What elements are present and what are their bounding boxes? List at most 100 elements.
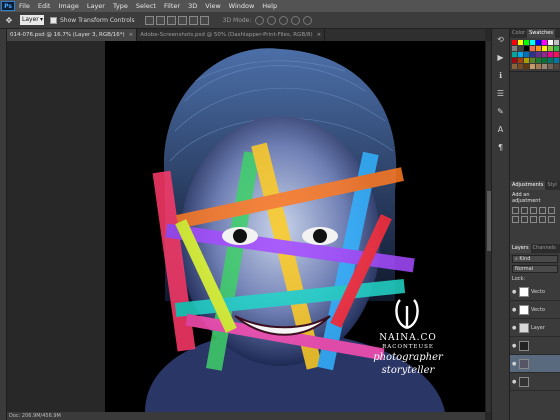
menu-layer[interactable]: Layer (83, 2, 109, 10)
artwork-canvas[interactable]: NAINA.CO RACONTEUSE photographer storyte… (105, 41, 485, 412)
menu-edit[interactable]: Edit (34, 2, 55, 10)
swatch[interactable] (548, 64, 553, 69)
swatch[interactable] (548, 46, 553, 51)
visibility-eye-icon[interactable]: ● (512, 361, 517, 367)
exposure-icon[interactable] (539, 207, 546, 214)
menu-view[interactable]: View (201, 2, 224, 10)
align-right-icon[interactable] (199, 15, 209, 25)
vibrance-icon[interactable] (548, 207, 555, 214)
document-tab-active[interactable]: 014-076.psd @ 16.7% (Layer 3, RGB/16*) × (7, 29, 138, 41)
swatch[interactable] (524, 46, 529, 51)
layer-row[interactable]: ● Vecto (510, 283, 560, 301)
photo-filter-icon[interactable] (539, 216, 546, 223)
layer-kind-filter[interactable]: ⌕ Kind (512, 255, 558, 263)
bw-icon[interactable] (530, 216, 537, 223)
character-icon[interactable]: A (495, 123, 507, 135)
swatch[interactable] (536, 46, 541, 51)
canvas-area[interactable]: NAINA.CO RACONTEUSE photographer storyte… (7, 41, 485, 412)
swatch[interactable] (512, 40, 517, 45)
swatch[interactable] (542, 52, 547, 57)
tab-layers[interactable]: Layers (510, 244, 531, 253)
swatch[interactable] (542, 40, 547, 45)
layer-name[interactable]: Layer (531, 325, 551, 331)
swatch[interactable] (512, 58, 517, 63)
visibility-eye-icon[interactable]: ● (512, 343, 517, 349)
align-middle-icon[interactable] (155, 15, 165, 25)
show-transform-checkbox[interactable] (50, 16, 57, 24)
close-icon[interactable]: × (317, 32, 322, 38)
swatch[interactable] (524, 58, 529, 63)
menu-help[interactable]: Help (258, 2, 281, 10)
layer-row[interactable]: ● Vecto (510, 301, 560, 319)
auto-select-dropdown[interactable]: Layer (20, 15, 44, 25)
properties-icon[interactable]: ☰ (495, 87, 507, 99)
swatch[interactable] (524, 52, 529, 57)
layer-row[interactable]: ● (510, 373, 560, 391)
history-icon[interactable]: ⟲ (495, 33, 507, 45)
tab-channels[interactable]: Channels (531, 244, 558, 253)
align-top-icon[interactable] (144, 15, 154, 25)
swatch[interactable] (542, 64, 547, 69)
3d-rotate-icon[interactable] (255, 15, 265, 25)
swatch[interactable] (536, 64, 541, 69)
3d-slide-icon[interactable] (291, 15, 301, 25)
curves-icon[interactable] (530, 207, 537, 214)
visibility-eye-icon[interactable]: ● (512, 379, 517, 385)
swatch[interactable] (542, 58, 547, 63)
align-left-icon[interactable] (177, 15, 187, 25)
swatch[interactable] (524, 40, 529, 45)
blend-mode-select[interactable]: Normal (512, 265, 558, 273)
visibility-eye-icon[interactable]: ● (512, 289, 517, 295)
tab-swatches[interactable]: Swatches (527, 29, 555, 38)
swatch[interactable] (548, 52, 553, 57)
swatch[interactable] (554, 46, 559, 51)
swatch[interactable] (542, 46, 547, 51)
brightness-icon[interactable] (512, 207, 519, 214)
swatch[interactable] (548, 40, 553, 45)
swatch[interactable] (554, 64, 559, 69)
document-tab[interactable]: Adobe-Screenshots.psd @ 50% (Dashlapper-… (137, 29, 326, 41)
menu-select[interactable]: Select (132, 2, 160, 10)
info-icon[interactable]: ℹ (495, 69, 507, 81)
move-tool-icon[interactable]: ✥ (2, 14, 16, 26)
channel-mixer-icon[interactable] (548, 216, 555, 223)
swatch[interactable] (518, 40, 523, 45)
swatch[interactable] (512, 52, 517, 57)
levels-icon[interactable] (521, 207, 528, 214)
brush-icon[interactable]: ✎ (495, 105, 507, 117)
swatch[interactable] (530, 64, 535, 69)
paragraph-icon[interactable]: ¶ (495, 141, 507, 153)
swatch[interactable] (530, 58, 535, 63)
3d-pan-icon[interactable] (279, 15, 289, 25)
hue-icon[interactable] (512, 216, 519, 223)
swatch[interactable] (530, 52, 535, 57)
swatch[interactable] (518, 46, 523, 51)
swatch[interactable] (554, 40, 559, 45)
swatch[interactable] (554, 52, 559, 57)
visibility-eye-icon[interactable]: ● (512, 325, 517, 331)
tab-adjustments[interactable]: Adjustments (510, 181, 546, 190)
swatch[interactable] (518, 58, 523, 63)
menu-window[interactable]: Window (225, 2, 259, 10)
swatch[interactable] (548, 58, 553, 63)
3d-roll-icon[interactable] (267, 15, 277, 25)
menu-type[interactable]: Type (109, 2, 132, 10)
swatch[interactable] (554, 58, 559, 63)
layer-row[interactable]: ● Layer (510, 319, 560, 337)
layer-name[interactable]: Vecto (531, 289, 551, 295)
3d-scale-icon[interactable] (303, 15, 313, 25)
swatch[interactable] (518, 52, 523, 57)
layer-name[interactable]: Vecto (531, 307, 551, 313)
swatch[interactable] (536, 40, 541, 45)
tab-color[interactable]: Color (510, 29, 527, 38)
swatch[interactable] (530, 40, 535, 45)
color-balance-icon[interactable] (521, 216, 528, 223)
visibility-eye-icon[interactable]: ● (512, 307, 517, 313)
tab-styles[interactable]: Styl (545, 181, 558, 190)
close-icon[interactable]: × (129, 32, 134, 38)
align-center-icon[interactable] (188, 15, 198, 25)
swatch[interactable] (512, 64, 517, 69)
menu-3d[interactable]: 3D (184, 2, 201, 10)
actions-icon[interactable]: ▶ (495, 51, 507, 63)
swatch[interactable] (518, 64, 523, 69)
